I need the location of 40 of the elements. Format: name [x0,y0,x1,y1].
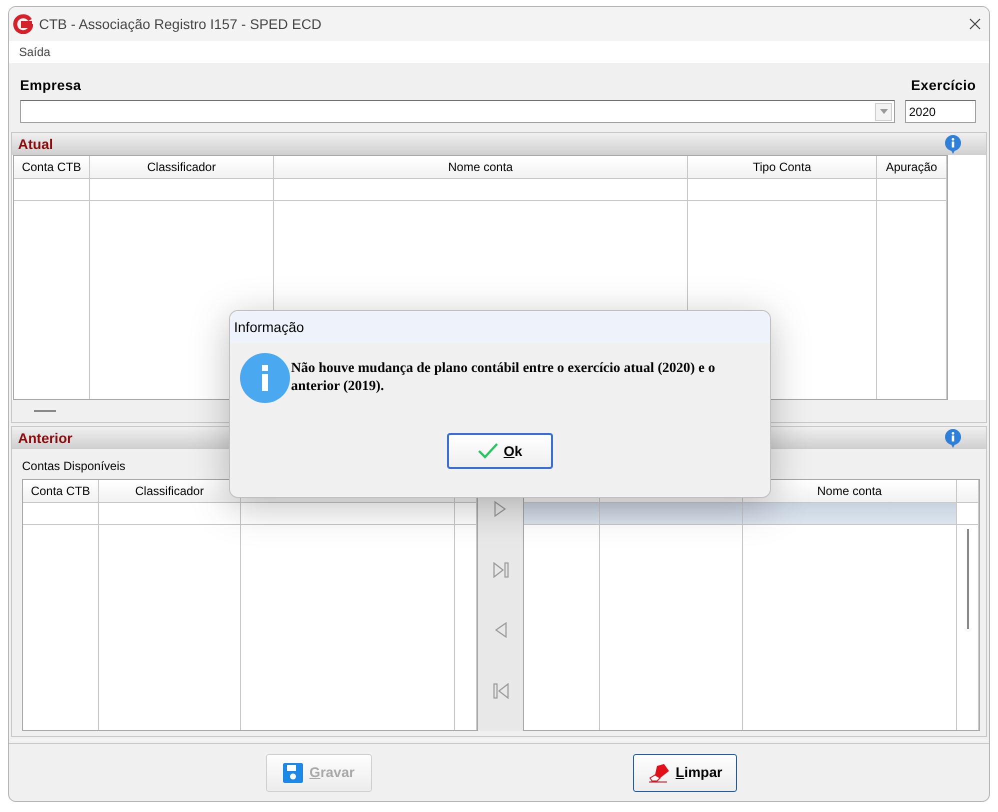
dialog-message: Não houve mudança de plano contábil entre o exercício atual (2020) e o anterior (2019). [291,360,716,396]
scrollbar-button[interactable] [957,480,979,503]
column-header[interactable]: Nome conta [743,480,957,503]
dialog-title: Informação [230,311,770,343]
info-bubble-icon[interactable] [944,428,962,448]
table-row[interactable] [524,503,979,525]
column-header[interactable]: Conta CTB [14,156,90,179]
dropdown-arrow-icon [880,109,888,114]
move-all-left-icon[interactable] [492,682,508,699]
info-bubble-icon[interactable] [944,134,962,154]
close-icon[interactable] [969,18,981,30]
ok-button[interactable]: Ok [447,433,553,469]
column-header[interactable]: Apuração [877,156,947,179]
scrollbar-thumb[interactable] [967,529,969,629]
clear-button[interactable]: Limpar [633,754,737,792]
splitter-handle-icon[interactable] [34,410,56,412]
table-cell [877,179,947,201]
move-right-icon[interactable] [492,501,508,518]
company-combobox[interactable] [20,100,895,123]
eraser-icon [648,762,670,782]
table-row[interactable] [14,179,947,201]
year-field[interactable]: 2020 [905,100,976,123]
info-icon [240,353,290,403]
field-label: Exercício [911,76,976,95]
column-header[interactable]: Classificador [90,156,274,179]
table-cell [957,503,979,525]
move-left-icon[interactable] [492,622,508,638]
checkmark-icon [478,443,498,459]
table-row[interactable] [23,503,477,525]
app-logo-icon [13,14,33,34]
menu-item[interactable]: Saída [19,43,50,61]
column-header[interactable]: Conta CTB [23,480,99,503]
panel-title: Atual [18,134,53,154]
field-label: Empresa [20,76,82,95]
section-label: Contas Disponíveis [22,459,126,473]
panel-title: Anterior [18,428,72,448]
window-title: CTB - Associação Registro I157 - SPED ECD [39,14,322,34]
column-header[interactable]: Nome conta [274,156,688,179]
move-all-right-icon[interactable] [492,562,508,578]
column-header[interactable]: Tipo Conta [688,156,877,179]
